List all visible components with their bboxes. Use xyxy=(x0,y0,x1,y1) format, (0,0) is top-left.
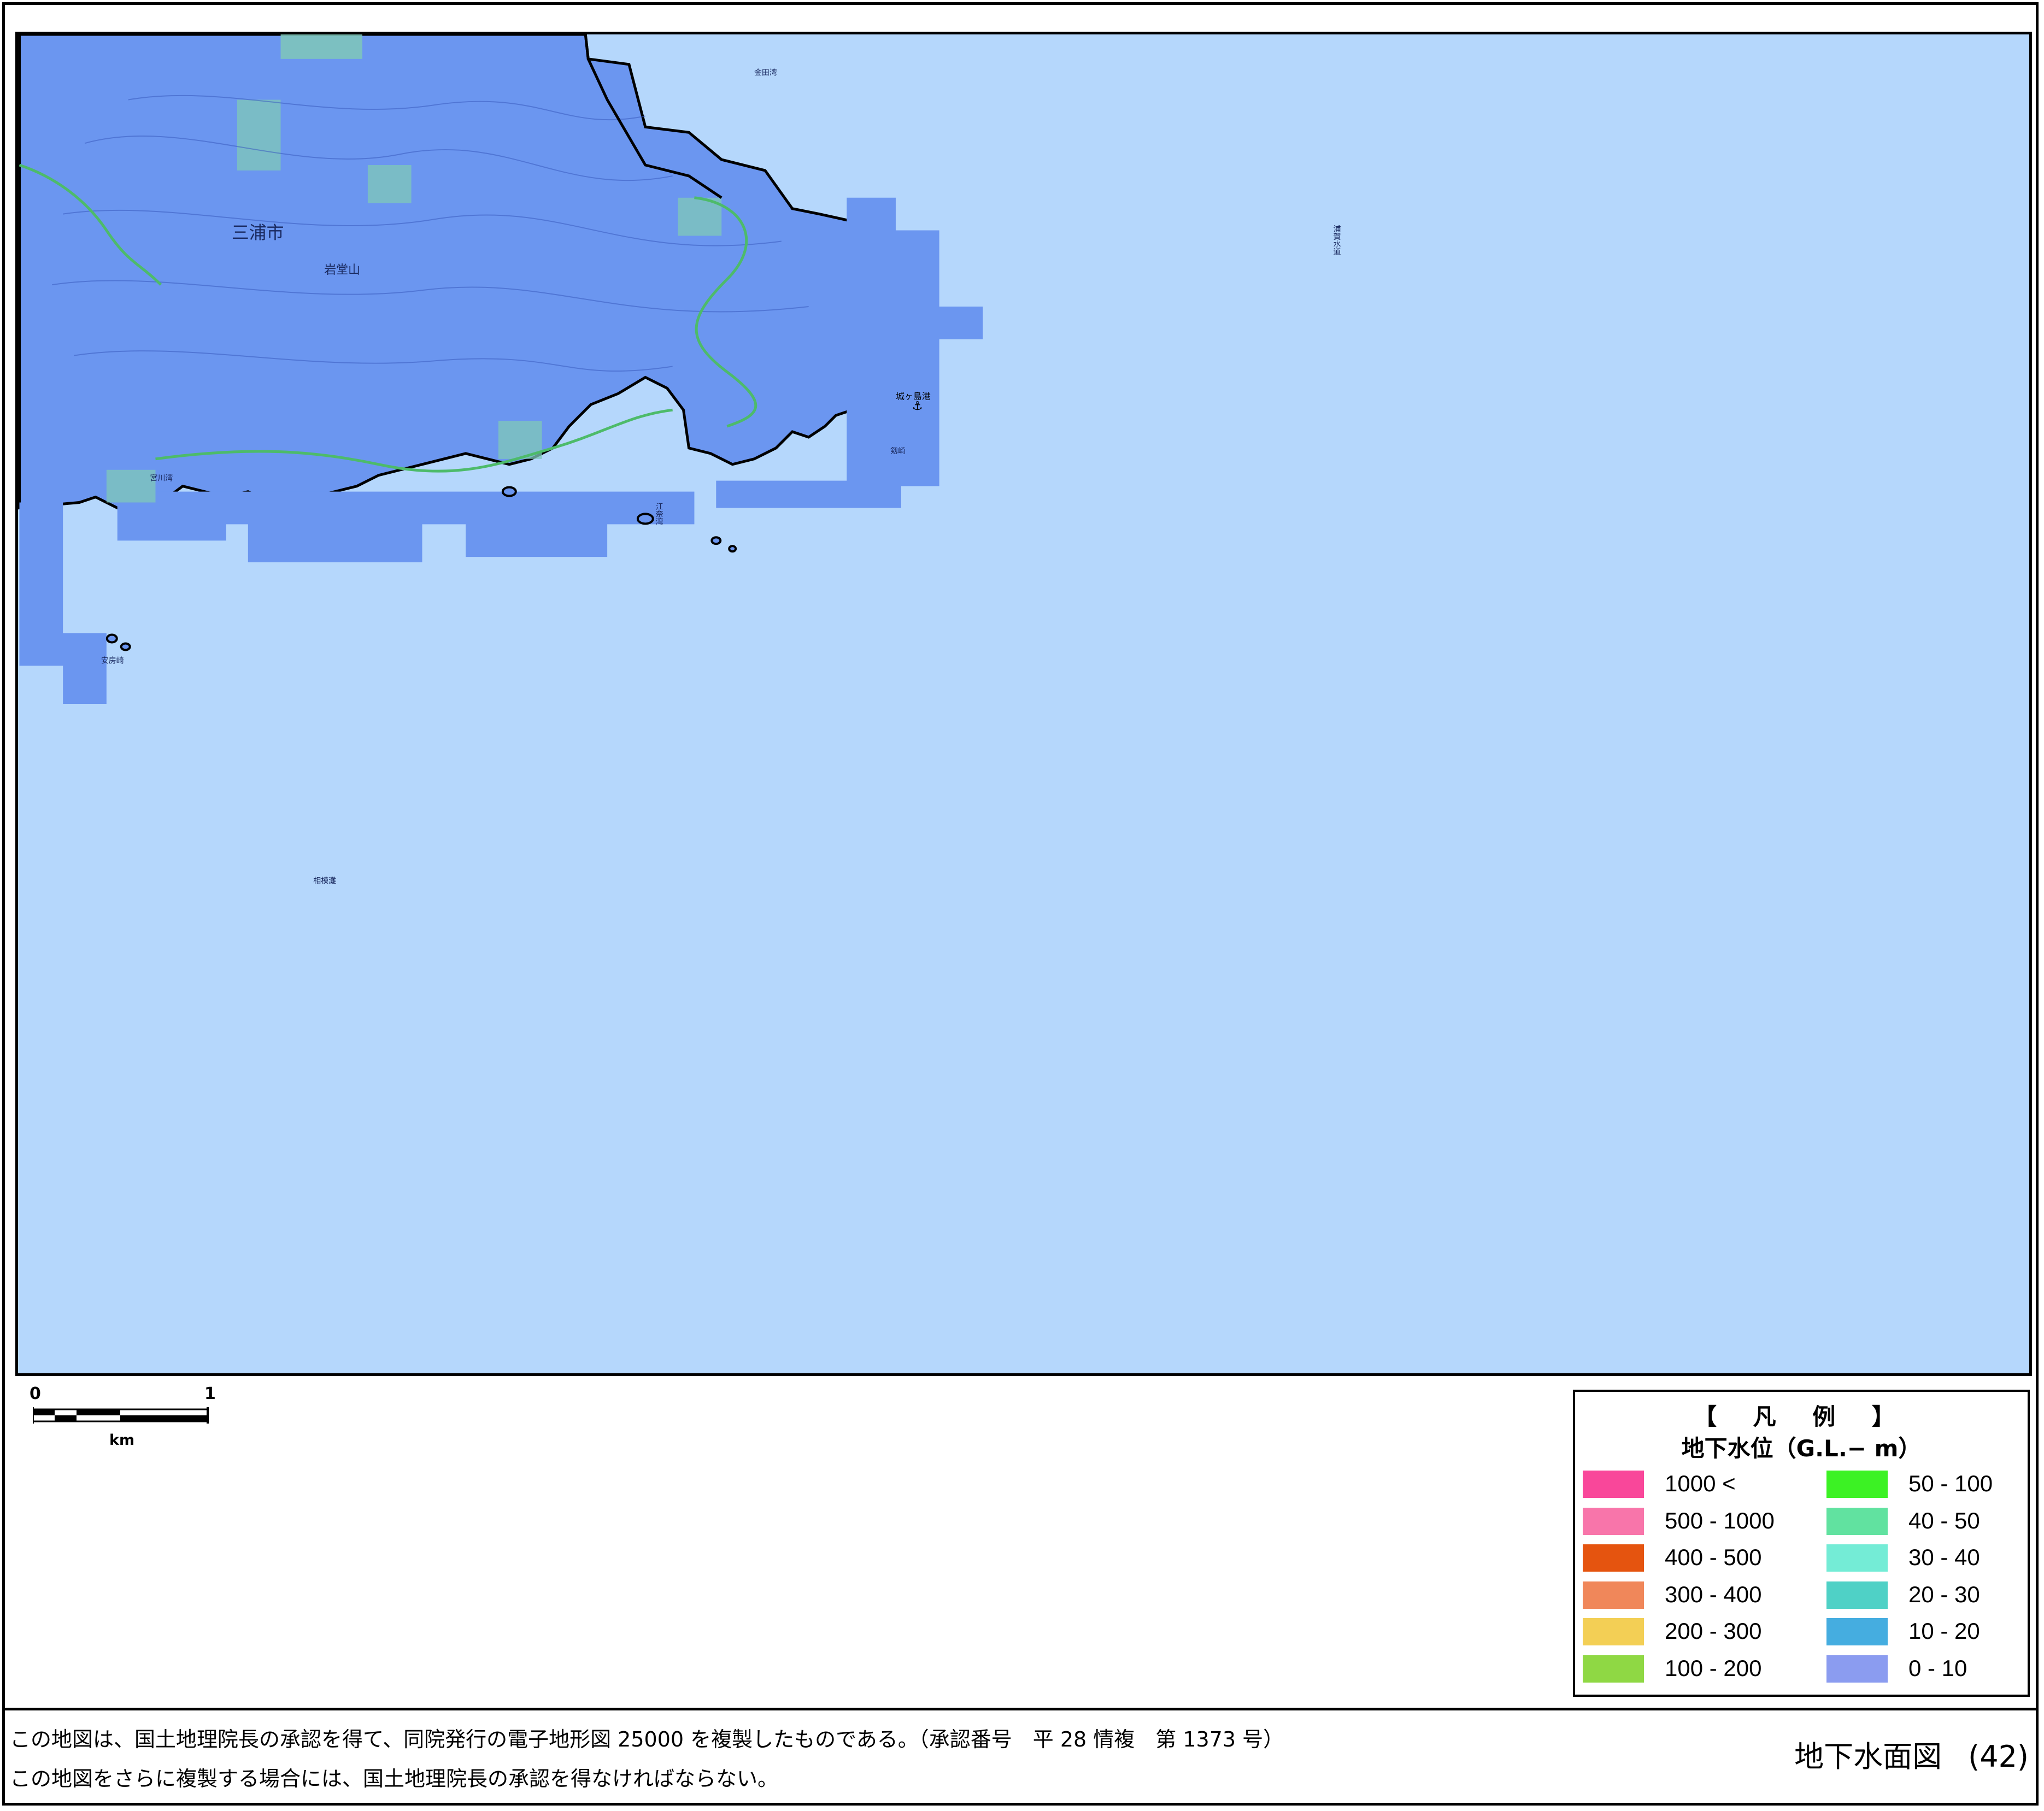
legend-swatch xyxy=(1826,1507,1888,1535)
legend-label: 1000 < xyxy=(1665,1471,1736,1496)
cell-green-3 xyxy=(367,165,412,203)
legend-item: 400 - 500 xyxy=(1583,1541,1801,1572)
legend-swatch xyxy=(1583,1471,1644,1498)
legend-title: 【 凡 例 】 xyxy=(1694,1403,1909,1430)
label-point-west: 安房崎 xyxy=(101,656,124,665)
legend-item: 100 - 200 xyxy=(1583,1652,1801,1683)
legend-swatch xyxy=(1826,1471,1888,1498)
legend-item: 10 - 20 xyxy=(1826,1615,2044,1645)
legend-item: 20 - 30 xyxy=(1826,1578,2044,1609)
label-bay-west: 宮川湾 xyxy=(150,474,173,483)
grid-cells-west xyxy=(19,502,107,704)
scale-bar: 0 1 km xyxy=(27,1380,224,1449)
legend-label: 40 - 50 xyxy=(1908,1507,1980,1533)
scale-unit: km xyxy=(109,1432,135,1449)
map-canvas[interactable]: 三浦市 岩堂山 金田湾 浦賀水道 相模灘 城ヶ島港 剱崎 宮川湾 江奈湾 安房崎… xyxy=(18,34,2029,1373)
legend-item: 0 - 10 xyxy=(1826,1652,2044,1683)
legend-label: 30 - 40 xyxy=(1908,1544,1980,1570)
legend-swatch xyxy=(1583,1618,1644,1645)
label-mountain: 岩堂山 xyxy=(324,263,360,277)
legend-label: 100 - 200 xyxy=(1665,1655,1762,1681)
legend-item: 500 - 1000 xyxy=(1583,1504,1801,1535)
label-sea-south: 相模灘 xyxy=(313,877,336,886)
label-bay-south: 江奈湾 xyxy=(655,503,663,526)
grid-cells-south xyxy=(117,491,695,563)
legend-swatch xyxy=(1583,1544,1644,1572)
legend-swatch xyxy=(1583,1581,1644,1609)
legend-item: 1000 < xyxy=(1583,1467,1801,1498)
legend-swatch xyxy=(1583,1507,1644,1535)
legend-item: 30 - 40 xyxy=(1826,1541,2044,1572)
sheet-title-text: 地下水面図 xyxy=(1794,1739,1942,1774)
legend: 【 凡 例 】 地下水位（G.L.− m） 1000 < 500 - 1000 40… xyxy=(1573,1390,2030,1697)
reproduction-note: この地図をさらに複製する場合には、国土地理院長の承認を得なければならない。 xyxy=(10,1767,779,1791)
legend-label: 0 - 10 xyxy=(1908,1655,1967,1681)
legend-item: 200 - 300 xyxy=(1583,1615,1801,1645)
legend-label: 10 - 20 xyxy=(1908,1618,1980,1644)
legend-label: 400 - 500 xyxy=(1665,1544,1762,1570)
land-miura-peninsula xyxy=(18,34,914,515)
legend-swatch xyxy=(1826,1581,1888,1609)
legend-item: 50 - 100 xyxy=(1826,1467,2044,1498)
legend-label: 50 - 100 xyxy=(1908,1471,1993,1496)
scale-end: 1 xyxy=(204,1384,216,1403)
page: 三浦市 岩堂山 金田湾 浦賀水道 相模灘 城ヶ島港 剱崎 宮川湾 江奈湾 安房崎… xyxy=(0,0,2044,1811)
legend-item: 300 - 400 xyxy=(1583,1578,1801,1609)
legend-label: 20 - 30 xyxy=(1908,1581,1980,1607)
label-cape: 剱崎 xyxy=(890,447,906,456)
sheet-number: (42) xyxy=(1968,1739,2029,1774)
legend-subtitle: 地下水位（G.L.− m） xyxy=(1681,1435,1922,1462)
legend-swatch xyxy=(1826,1655,1888,1683)
map-frame[interactable]: 三浦市 岩堂山 金田湾 浦賀水道 相模灘 城ヶ島港 剱崎 宮川湾 江奈湾 安房崎… xyxy=(15,32,2032,1376)
cell-green-1 xyxy=(280,34,362,59)
scale-bar-graphic xyxy=(33,1407,209,1424)
legend-label: 200 - 300 xyxy=(1665,1618,1762,1644)
legend-swatch xyxy=(1583,1655,1644,1683)
legend-swatch xyxy=(1826,1618,1888,1645)
anchor-icon: ⚓ xyxy=(912,399,923,413)
label-channel: 浦賀水道 xyxy=(1332,225,1341,256)
legend-label: 300 - 400 xyxy=(1665,1581,1762,1607)
cell-green-6 xyxy=(106,469,156,503)
footer-divider xyxy=(2,1708,2039,1710)
legend-swatch xyxy=(1826,1544,1888,1572)
legend-label: 500 - 1000 xyxy=(1665,1507,1775,1533)
legend-item: 40 - 50 xyxy=(1826,1504,2044,1535)
label-city: 三浦市 xyxy=(232,222,284,243)
sheet-title: 地下水面図 (42) xyxy=(1794,1732,2029,1775)
copyright-note: この地図は、国土地理院長の承認を得て、同院発行の電子地形図 25000 を複製し… xyxy=(10,1727,1284,1751)
label-bay-north: 金田湾 xyxy=(754,68,777,78)
scale-start: 0 xyxy=(30,1384,41,1403)
cell-green-2 xyxy=(237,99,281,170)
